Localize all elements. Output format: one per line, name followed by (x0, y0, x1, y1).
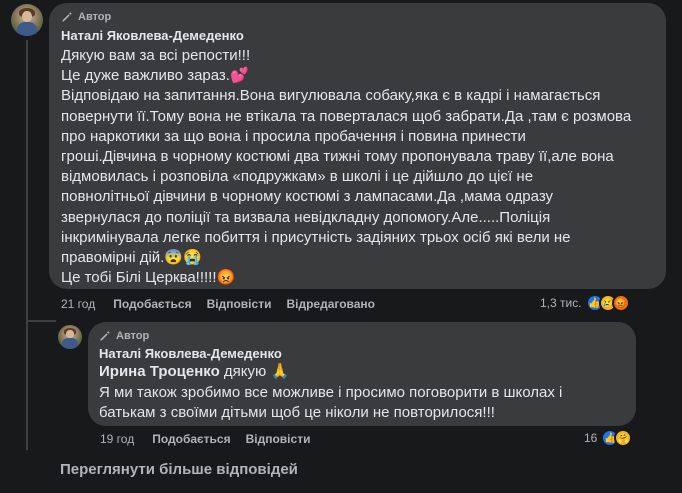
pencil-icon (62, 12, 72, 22)
mention-link[interactable]: Ирина Троценко (99, 363, 220, 380)
comment-line: про наркотики за що вона і просила проба… (61, 127, 526, 145)
comment-line: повнолітньої дівчини в чорному костюмі з… (61, 188, 554, 206)
reply-line: Я ми також зробимо все можливе і просимо… (99, 383, 563, 401)
edited-label: Відредаговано (286, 297, 376, 311)
reaction-count: 1,3 тис. (540, 296, 582, 310)
reply-reactions[interactable]: 16 👍 🤗 (584, 429, 633, 447)
comment-line: звернулася до поліції та визвала невідкл… (61, 208, 551, 226)
comment-line: Відповідаю на запитання.Вона вигулювала … (61, 87, 601, 105)
reply-first-line-text: дякую 🙏 (223, 363, 290, 380)
reply-author[interactable]: Наталі Яковлева-Демеденко (99, 346, 282, 361)
comment-bubble: Автор Наталі Яковлева-Демеденко Дякую ва… (49, 3, 666, 289)
care-reaction-icon: 🤗 (614, 429, 633, 447)
comment-line: Це дуже важливо зараз.💕 (61, 67, 249, 85)
comment-text: Дякую вам за всі репости!!! Це дуже важл… (61, 46, 661, 288)
author-badge: Автор (99, 330, 149, 342)
reply-timestamp[interactable]: 19 год (100, 432, 134, 446)
author-badge-label: Автор (116, 330, 150, 342)
comment-author[interactable]: Наталі Яковлева-Демеденко (61, 28, 244, 43)
reply-line: батькам з своїми дітьми щоб це ніколи не… (99, 404, 495, 421)
comment-actions: 21 год Подобається Відповісти Відредагов… (61, 297, 375, 311)
angry-reaction-icon: 😡 (611, 294, 630, 312)
comment-line: Дякую вам за всі репости!!! (61, 47, 251, 64)
pencil-icon (100, 331, 110, 341)
comment-line: гроші.Дівчина в чорному костюмі два тижн… (61, 148, 614, 166)
reply-like-button[interactable]: Подобається (152, 432, 230, 446)
reply-reply-button[interactable]: Відповісти (246, 432, 311, 446)
like-button[interactable]: Подобається (113, 297, 191, 311)
comment-line: повернути її.Тому вона не втікала та пов… (61, 107, 632, 125)
reply-line: Ирина Троценко дякую 🙏 (99, 362, 629, 383)
author-badge: Автор (61, 11, 111, 23)
comment-line: Це тобі Білі Церква!!!!!😡 (61, 269, 236, 287)
reply-avatar[interactable] (58, 325, 82, 349)
reply-button[interactable]: Відповісти (207, 297, 272, 311)
thread-line (26, 40, 28, 450)
comment-timestamp[interactable]: 21 год (61, 297, 95, 311)
comment-line: інкримінувала легке побиття і присутніст… (61, 228, 571, 246)
reply-bubble: Автор Наталі Яковлева-Демеденко Ирина Тр… (88, 322, 636, 426)
comment-reactions[interactable]: 1,3 тис. 👍 😢 😡 (540, 294, 630, 312)
thread-connector (26, 320, 56, 322)
reply-text: Ирина Троценко дякую 🙏 Я ми також зробим… (99, 362, 629, 424)
view-more-replies-link[interactable]: Переглянути більше відповідей (60, 461, 298, 478)
comment-line: відмовилась і розповіла «подружкам» в шк… (61, 168, 534, 186)
comment-line: правомірні дій.😨😭 (61, 249, 202, 267)
avatar[interactable] (11, 4, 43, 36)
author-badge-label: Автор (78, 11, 112, 23)
reaction-count: 16 (584, 431, 598, 445)
reply-actions: 19 год Подобається Відповісти (100, 432, 310, 446)
